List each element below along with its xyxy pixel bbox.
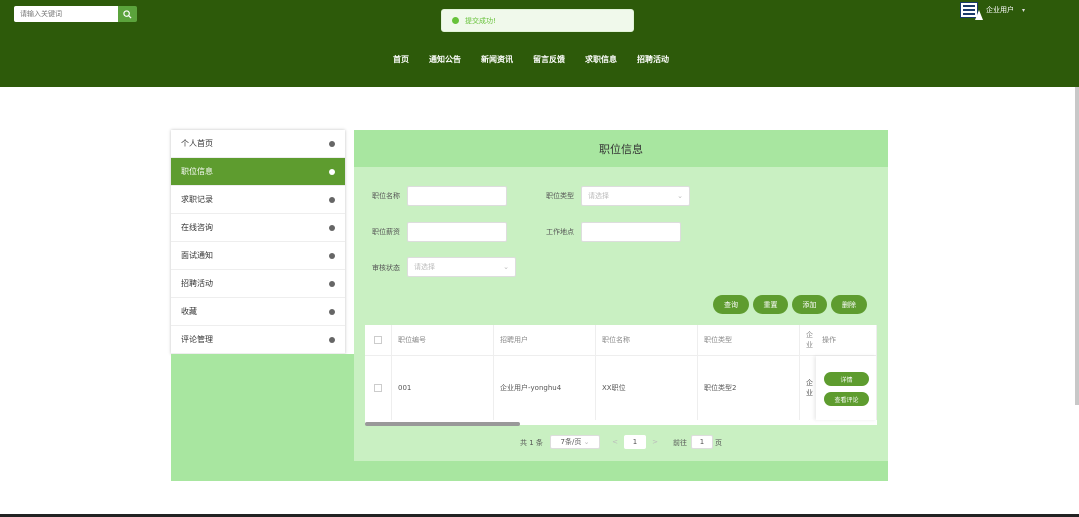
chevron-down-icon: ⌄ xyxy=(581,438,590,446)
column-header: 职位名称 xyxy=(596,325,698,356)
row-checkbox[interactable] xyxy=(374,384,382,392)
column-header: 职位编号 xyxy=(392,325,494,356)
chevron-down-icon: ⌄ xyxy=(677,192,683,200)
sidebar-item-label: 面试通知 xyxy=(181,251,213,260)
job-type-label: 职位类型 xyxy=(546,192,574,200)
select-placeholder: 请选择 xyxy=(414,263,435,271)
search-icon xyxy=(123,9,132,19)
goto-suffix: 页 xyxy=(715,439,722,447)
delete-button[interactable]: 删除 xyxy=(831,295,867,314)
apple-icon xyxy=(329,336,335,343)
column-header: 招聘用户 xyxy=(494,325,596,356)
apple-icon xyxy=(329,224,335,231)
goto-prefix: 前往 xyxy=(673,439,687,447)
salary-input[interactable] xyxy=(407,222,507,242)
chevron-down-icon[interactable]: ▾ xyxy=(1022,7,1025,14)
nav-recruit-events[interactable]: 招聘活动 xyxy=(637,54,669,65)
job-name-input[interactable] xyxy=(407,186,507,206)
page-vertical-scrollbar[interactable] xyxy=(1075,87,1079,405)
sidebar-item-jobs[interactable]: 职位信息 xyxy=(171,158,345,186)
column-header: 操作 xyxy=(816,325,877,356)
sidebar-item-consult[interactable]: 在线咨询 xyxy=(171,214,345,242)
query-button[interactable]: 查询 xyxy=(713,295,749,314)
apple-icon xyxy=(329,196,335,203)
sidebar-item-home[interactable]: 个人首页 xyxy=(171,130,345,158)
select-all-checkbox[interactable] xyxy=(374,336,382,344)
nav-home[interactable]: 首页 xyxy=(393,54,409,65)
table-cell: 企业用户-yonghu4 xyxy=(494,356,596,420)
sidebar-item-label: 收藏 xyxy=(181,307,197,316)
sidebar-item-comments[interactable]: 评论管理 xyxy=(171,326,345,354)
sidebar: 个人首页 职位信息 求职记录 在线咨询 面试通知 招聘活动 收藏 评论管理 xyxy=(171,130,345,354)
sidebar-item-label: 在线咨询 xyxy=(181,223,213,232)
pagination-total: 共 1 条 xyxy=(520,439,543,447)
detail-button[interactable]: 详情 xyxy=(824,372,869,386)
sidebar-item-label: 招聘活动 xyxy=(181,279,213,288)
main-nav: 首页 通知公告 新闻资讯 留言反馈 求职信息 招聘活动 xyxy=(393,54,689,65)
select-all-cell xyxy=(365,325,392,356)
search-input[interactable] xyxy=(14,6,118,22)
user-name[interactable]: 企业用户 xyxy=(986,5,1014,15)
apple-icon xyxy=(329,308,335,315)
goto-page-input[interactable]: 1 xyxy=(691,435,713,449)
add-button[interactable]: 添加 xyxy=(792,295,827,314)
next-page-button[interactable]: > xyxy=(648,435,662,449)
page-number[interactable]: 1 xyxy=(624,435,646,449)
column-header: 职位类型 xyxy=(698,325,800,356)
sidebar-item-applications[interactable]: 求职记录 xyxy=(171,186,345,214)
job-table: 职位编号 招聘用户 职位名称 职位类型 企业 操作 001 企业用户-yongh… xyxy=(365,325,877,425)
check-circle-icon xyxy=(452,17,459,24)
user-menu[interactable]: 企业用户 ▾ xyxy=(960,2,1025,18)
location-input[interactable] xyxy=(581,222,681,242)
nav-news[interactable]: 新闻资讯 xyxy=(481,54,513,65)
sidebar-item-events[interactable]: 招聘活动 xyxy=(171,270,345,298)
toast-message: 提交成功! xyxy=(465,16,496,25)
table-cell: XX职位 xyxy=(596,356,698,420)
location-label: 工作地点 xyxy=(546,228,574,236)
panel-background xyxy=(171,354,354,481)
table-horizontal-scrollbar[interactable] xyxy=(365,422,520,426)
audit-status-label: 审核状态 xyxy=(372,264,400,272)
apple-icon xyxy=(329,140,335,147)
table-cell: 001 xyxy=(392,356,494,420)
search-button[interactable] xyxy=(118,6,137,22)
success-toast: 提交成功! xyxy=(441,9,634,32)
sidebar-item-label: 个人首页 xyxy=(181,139,213,148)
job-name-label: 职位名称 xyxy=(372,192,400,200)
nav-job-seeking[interactable]: 求职信息 xyxy=(585,54,617,65)
sidebar-item-favorites[interactable]: 收藏 xyxy=(171,298,345,326)
page-title: 职位信息 xyxy=(354,130,888,167)
apple-icon xyxy=(329,280,335,287)
sidebar-item-label: 评论管理 xyxy=(181,335,213,344)
mouse-cursor-icon xyxy=(975,10,983,20)
select-placeholder: 请选择 xyxy=(588,192,609,200)
job-type-select[interactable]: 请选择 ⌄ xyxy=(581,186,690,206)
nav-feedback[interactable]: 留言反馈 xyxy=(533,54,565,65)
action-cell xyxy=(816,356,877,420)
sidebar-item-interview[interactable]: 面试通知 xyxy=(171,242,345,270)
salary-label: 职位薪资 xyxy=(372,228,400,236)
apple-icon xyxy=(329,168,335,175)
table-cell: 职位类型2 xyxy=(698,356,800,420)
view-comments-button[interactable]: 查看评论 xyxy=(824,392,869,406)
search-bar xyxy=(14,6,137,22)
reset-button[interactable]: 重置 xyxy=(753,295,788,314)
page-size-select[interactable]: 7条/页 ⌄ xyxy=(550,435,600,449)
chevron-down-icon: ⌄ xyxy=(503,263,509,271)
page-size-value: 7条/页 xyxy=(560,438,582,446)
audit-status-select[interactable]: 请选择 ⌄ xyxy=(407,257,516,277)
row-select-cell xyxy=(365,356,392,420)
nav-notices[interactable]: 通知公告 xyxy=(429,54,461,65)
prev-page-button[interactable]: < xyxy=(608,435,622,449)
sidebar-item-label: 求职记录 xyxy=(181,195,213,204)
apple-icon xyxy=(329,252,335,259)
sidebar-item-label: 职位信息 xyxy=(181,167,213,176)
